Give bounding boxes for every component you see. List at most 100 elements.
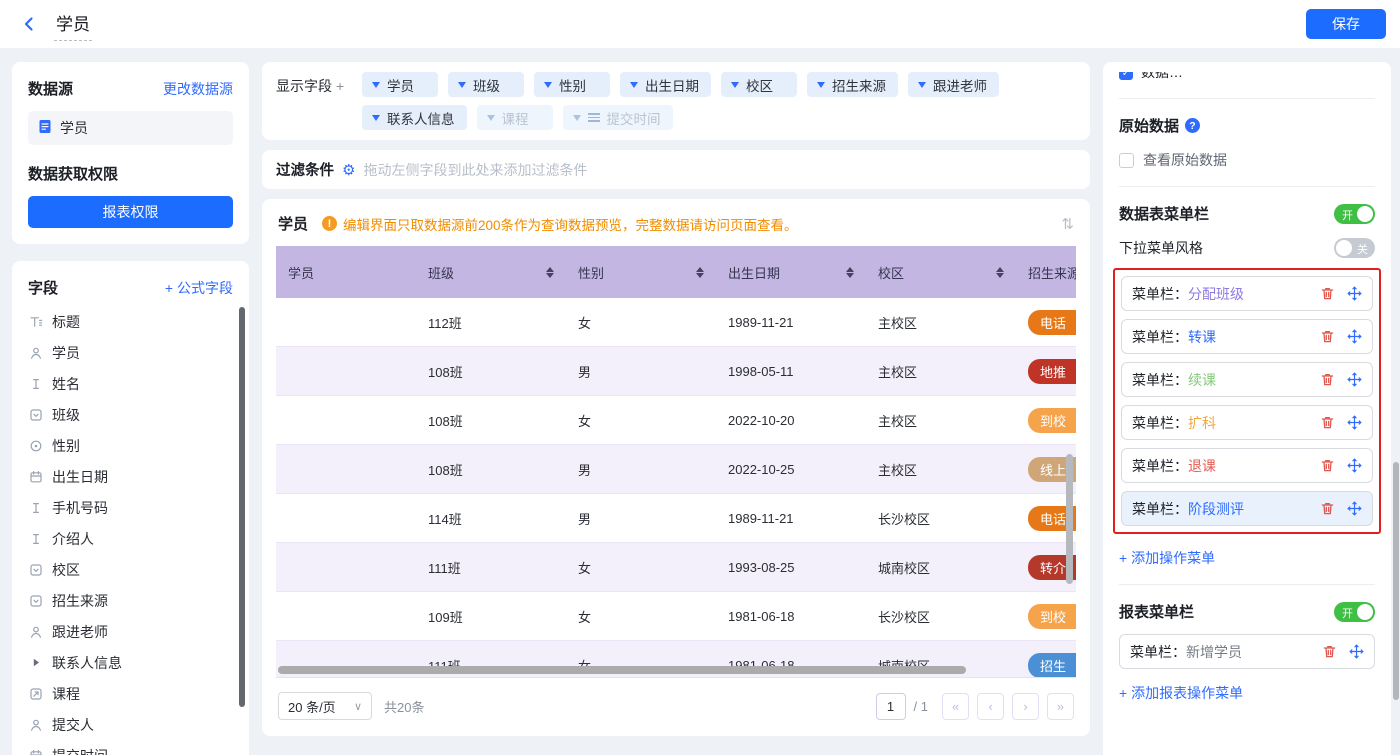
- field-item-label: 性别: [52, 436, 80, 456]
- drag-move-icon[interactable]: [1349, 644, 1364, 659]
- table-row[interactable]: 108班男1998-05-11主校区地推: [276, 347, 1076, 396]
- column-label: 性别: [578, 263, 604, 282]
- table-menu-toggle[interactable]: 开: [1334, 204, 1375, 224]
- table-row[interactable]: 111班女1993-08-25城南校区转介: [276, 543, 1076, 592]
- delete-icon[interactable]: [1320, 329, 1335, 344]
- menu-item-label: 新增学员: [1186, 642, 1242, 662]
- table-row[interactable]: 109班女1981-06-18长沙校区到校: [276, 592, 1076, 641]
- field-item[interactable]: 跟进老师: [28, 616, 233, 647]
- display-field-chip[interactable]: 跟进老师: [908, 72, 999, 97]
- display-field-chip[interactable]: 出生日期: [620, 72, 711, 97]
- dropdown-style-toggle[interactable]: 关: [1334, 238, 1375, 258]
- field-item[interactable]: 出生日期: [28, 461, 233, 492]
- field-item-label: 姓名: [52, 374, 80, 394]
- page-size-select[interactable]: 20 条/页 ∨: [278, 692, 372, 720]
- delete-icon[interactable]: [1320, 372, 1335, 387]
- drag-move-icon[interactable]: [1347, 329, 1362, 344]
- change-datasource-link[interactable]: 更改数据源: [163, 79, 233, 99]
- field-item[interactable]: 提交人: [28, 709, 233, 740]
- display-field-chip[interactable]: 校区: [721, 72, 797, 97]
- column-sort-icon[interactable]: [546, 267, 554, 278]
- last-page-icon[interactable]: »: [1047, 693, 1074, 720]
- page-number-input[interactable]: [876, 693, 906, 720]
- datasource-item[interactable]: 学员: [28, 111, 233, 145]
- horizontal-scrollbar[interactable]: [278, 666, 966, 674]
- next-page-icon[interactable]: ›: [1012, 693, 1039, 720]
- table-row[interactable]: 108班女2022-10-20主校区到校: [276, 396, 1076, 445]
- first-page-icon[interactable]: «: [942, 693, 969, 720]
- table-row[interactable]: 108班男2022-10-25主校区线上: [276, 445, 1076, 494]
- field-item[interactable]: 联系人信息: [28, 647, 233, 678]
- help-icon[interactable]: ?: [1185, 118, 1200, 133]
- field-item[interactable]: 提交时间: [28, 740, 233, 755]
- display-field-chip[interactable]: 课程: [477, 105, 553, 130]
- report-menu-toggle[interactable]: 开: [1334, 602, 1375, 622]
- menu-bar-item[interactable]: 菜单栏：分配班级: [1121, 276, 1373, 311]
- menu-bar-item[interactable]: 菜单栏：扩科: [1121, 405, 1373, 440]
- display-field-chip[interactable]: 招生来源: [807, 72, 898, 97]
- field-item[interactable]: 校区: [28, 554, 233, 585]
- sort-order-icon[interactable]: ⇅: [1061, 215, 1074, 233]
- view-raw-data-checkbox[interactable]: [1119, 153, 1134, 168]
- drag-move-icon[interactable]: [1347, 501, 1362, 516]
- column-sort-icon[interactable]: [696, 267, 704, 278]
- display-field-chip[interactable]: 班级: [448, 72, 524, 97]
- field-item[interactable]: 班级: [28, 399, 233, 430]
- checkbox-checked[interactable]: ✓: [1119, 72, 1133, 80]
- window-scrollbar[interactable]: [1393, 462, 1399, 700]
- field-item[interactable]: 手机号码: [28, 492, 233, 523]
- field-item[interactable]: 标题: [28, 306, 233, 337]
- drag-move-icon[interactable]: [1347, 372, 1362, 387]
- delete-icon[interactable]: [1320, 286, 1335, 301]
- field-item[interactable]: 课程: [28, 678, 233, 709]
- table-cell: 108班: [416, 347, 566, 395]
- add-formula-field-link[interactable]: + 公式字段: [165, 278, 233, 298]
- menu-bar-item[interactable]: 菜单栏：转课: [1121, 319, 1373, 354]
- prev-page-icon[interactable]: ‹: [977, 693, 1004, 720]
- delete-icon[interactable]: [1320, 415, 1335, 430]
- menu-bar-item[interactable]: 菜单栏：退课: [1121, 448, 1373, 483]
- table-cell: 男: [566, 347, 716, 395]
- table-cell: [276, 298, 416, 346]
- menu-item-prefix: 菜单栏：: [1132, 413, 1188, 433]
- field-item[interactable]: 性别: [28, 430, 233, 461]
- field-item[interactable]: 招生来源: [28, 585, 233, 616]
- delete-icon[interactable]: [1322, 644, 1337, 659]
- drag-move-icon[interactable]: [1347, 458, 1362, 473]
- table-cell: 114班: [416, 494, 566, 542]
- menu-bar-item[interactable]: 菜单栏：续课: [1121, 362, 1373, 397]
- drag-move-icon[interactable]: [1347, 415, 1362, 430]
- gear-icon[interactable]: ⚙: [342, 161, 355, 179]
- delete-icon[interactable]: [1320, 501, 1335, 516]
- add-action-menu-link[interactable]: + 添加操作菜单: [1119, 548, 1375, 568]
- menu-bar-item[interactable]: 菜单栏：阶段测评: [1121, 491, 1373, 526]
- menu-bar-item[interactable]: 菜单栏：新增学员: [1119, 634, 1375, 669]
- person-icon: [28, 718, 43, 732]
- field-item[interactable]: 姓名: [28, 368, 233, 399]
- display-fields-label: 显示字段+: [276, 72, 362, 96]
- source-badge: 地推: [1028, 359, 1076, 384]
- add-display-field-icon[interactable]: +: [336, 78, 344, 94]
- display-field-chip[interactable]: 提交时间: [563, 105, 673, 130]
- table-cell: 1989-11-21: [716, 298, 866, 346]
- fields-scrollbar[interactable]: [239, 307, 245, 707]
- delete-icon[interactable]: [1320, 458, 1335, 473]
- save-button[interactable]: 保存: [1306, 9, 1386, 39]
- field-item[interactable]: 介绍人: [28, 523, 233, 554]
- settings-card: ✓ 数据… 原始数据 ? 查看原始数据 数据表菜单栏: [1103, 62, 1391, 755]
- back-icon[interactable]: [18, 13, 40, 35]
- column-sort-icon[interactable]: [996, 267, 1004, 278]
- display-field-chip[interactable]: 性别: [534, 72, 610, 97]
- caret-icon: [28, 657, 43, 668]
- table-row[interactable]: 112班女1989-11-21主校区电话: [276, 298, 1076, 347]
- add-report-action-menu-link[interactable]: + 添加报表操作菜单: [1119, 683, 1375, 703]
- column-sort-icon[interactable]: [846, 267, 854, 278]
- drag-move-icon[interactable]: [1347, 286, 1362, 301]
- display-field-chip[interactable]: 学员: [362, 72, 438, 97]
- field-item[interactable]: 学员: [28, 337, 233, 368]
- display-field-chip[interactable]: 联系人信息: [362, 105, 467, 130]
- report-permission-button[interactable]: 报表权限: [28, 196, 233, 228]
- report-designer-window: 学员 保存 数据源 更改数据源 学员 数据获取权限 报表权限: [0, 0, 1400, 755]
- table-row[interactable]: 114班男1989-11-21长沙校区电话: [276, 494, 1076, 543]
- table-vertical-scrollbar[interactable]: [1066, 454, 1073, 584]
